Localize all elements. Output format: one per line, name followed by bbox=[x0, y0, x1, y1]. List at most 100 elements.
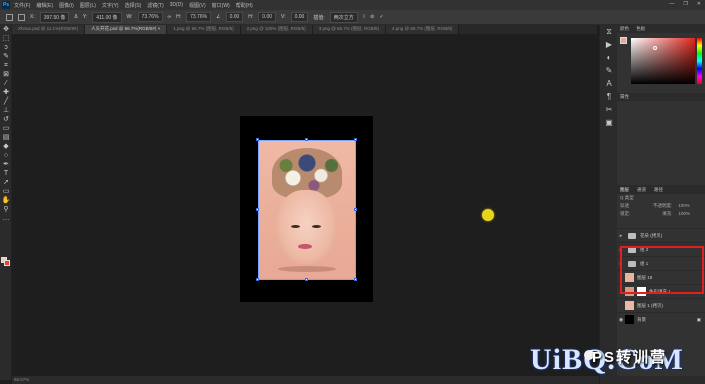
menu-help[interactable]: 帮助(H) bbox=[236, 2, 253, 9]
move-tool-icon[interactable]: ✥ bbox=[0, 25, 12, 34]
layer-filter-select[interactable]: Q 类型 bbox=[620, 194, 634, 202]
blur-tool-icon[interactable]: ◆ bbox=[0, 142, 12, 151]
tab-layers[interactable]: 图层 bbox=[620, 185, 629, 194]
transform-handle-bl[interactable] bbox=[256, 278, 259, 281]
interp-label: 插值: bbox=[313, 14, 325, 21]
tool-presets-icon[interactable]: ✂ bbox=[600, 103, 618, 116]
eyedropper-tool-icon[interactable]: ⁄ bbox=[0, 79, 12, 88]
transform-handle-ml[interactable] bbox=[256, 208, 259, 211]
tab-document-4[interactable]: 2.png @ 100% (图层, RGB/8) bbox=[240, 25, 313, 34]
healing-tool-icon[interactable]: ✚ bbox=[0, 88, 12, 97]
layer-name: 花朵 (拷贝) bbox=[640, 232, 663, 238]
dodge-tool-icon[interactable]: ○ bbox=[0, 151, 12, 160]
move-tool-preset-icon[interactable] bbox=[6, 13, 13, 21]
transform-handle-mr[interactable] bbox=[354, 208, 357, 211]
commit-transform-icon[interactable]: ✓ bbox=[379, 14, 383, 20]
eraser-tool-icon[interactable]: ▭ bbox=[0, 124, 12, 133]
x-input[interactable]: 397.50 像 bbox=[39, 11, 70, 23]
tab-document-5[interactable]: 3.png @ 66.7% (图层, RGB/8) bbox=[312, 25, 387, 34]
color-panel-foreground-swatch[interactable] bbox=[620, 37, 627, 44]
quick-select-tool-icon[interactable]: ✎ bbox=[0, 52, 12, 61]
actions-icon[interactable]: ▶ bbox=[600, 38, 618, 51]
reference-point-icon[interactable] bbox=[18, 13, 25, 21]
menu-file[interactable]: 文件(F) bbox=[14, 2, 30, 9]
history-icon[interactable]: ⧖ bbox=[600, 25, 618, 38]
fill-input[interactable]: 100% bbox=[679, 210, 691, 218]
tab-document-1[interactable]: Xhnun.psd @ 11.1%(RGB/8#) bbox=[12, 25, 86, 34]
paragraph-icon[interactable]: ¶ bbox=[600, 90, 618, 103]
zoom-tool-icon[interactable]: ⚲ bbox=[0, 205, 12, 214]
height-input[interactable]: 73.76% bbox=[186, 12, 212, 22]
type-tool-icon[interactable]: T bbox=[0, 169, 12, 178]
tab-swatches[interactable]: 色板 bbox=[636, 26, 645, 31]
history-brush-tool-icon[interactable]: ↺ bbox=[0, 115, 12, 124]
character-icon[interactable]: A bbox=[600, 77, 618, 90]
h-skew-input[interactable]: 0.00 bbox=[258, 12, 277, 22]
menu-type[interactable]: 文字(Y) bbox=[102, 2, 119, 9]
tab-document-3[interactable]: 1.png @ 66.7% (图层, RGB/8) bbox=[167, 25, 241, 34]
crop-tool-icon[interactable]: ⌗ bbox=[0, 61, 12, 70]
y-input[interactable]: 411.00 像 bbox=[92, 11, 122, 23]
menu-image[interactable]: 图像(I) bbox=[59, 2, 74, 9]
opacity-input[interactable]: 100% bbox=[678, 202, 690, 210]
clone-stamp-tool-icon[interactable]: ⊥ bbox=[0, 106, 12, 115]
visibility-eye-icon[interactable]: ▸ bbox=[617, 233, 625, 239]
hand-tool-icon[interactable]: ✋ bbox=[0, 196, 12, 205]
menu-3d[interactable]: 3D(D) bbox=[170, 2, 183, 8]
brush-settings-icon[interactable]: ✎ bbox=[600, 64, 618, 77]
color-picker-ring-icon[interactable] bbox=[653, 46, 657, 50]
visibility-eye-icon[interactable]: ◉ bbox=[617, 317, 625, 323]
layer-comps-icon[interactable]: ▣ bbox=[600, 116, 618, 129]
minimize-icon[interactable]: — bbox=[669, 1, 674, 7]
layer-row[interactable]: ◉ 背景 ▣ bbox=[617, 312, 705, 326]
cancel-transform-icon[interactable]: ⊘ bbox=[370, 14, 374, 20]
menu-edit[interactable]: 编辑(E) bbox=[36, 2, 53, 9]
zoom-level[interactable]: 66.67% bbox=[14, 377, 29, 382]
delta-icon[interactable]: Δ bbox=[74, 14, 77, 20]
path-select-tool-icon[interactable]: ➚ bbox=[0, 178, 12, 187]
interpolation-select[interactable]: 两次立方 bbox=[329, 11, 358, 23]
maximize-icon[interactable]: ❐ bbox=[683, 1, 687, 7]
marquee-tool-icon[interactable]: ⬚ bbox=[0, 34, 12, 43]
transform-handle-tl[interactable] bbox=[256, 138, 259, 141]
tab-properties[interactable]: 属性 bbox=[617, 93, 705, 101]
menu-window[interactable]: 窗口(W) bbox=[212, 2, 230, 9]
menu-view[interactable]: 视图(V) bbox=[189, 2, 206, 9]
hue-slider[interactable] bbox=[697, 38, 702, 84]
rectangle-tool-icon[interactable]: ▭ bbox=[0, 187, 12, 196]
transform-handle-bc[interactable] bbox=[305, 278, 308, 281]
layer-filter-row[interactable]: Q 类型 bbox=[617, 194, 705, 202]
adjustments-icon[interactable]: ◐ bbox=[600, 51, 618, 64]
tab-color[interactable]: 颜色 bbox=[620, 26, 629, 31]
gradient-tool-icon[interactable]: ▤ bbox=[0, 133, 12, 142]
menu-filter[interactable]: 滤镜(T) bbox=[147, 2, 163, 9]
blend-mode-select[interactable]: 穿透 bbox=[620, 202, 629, 210]
v-skew-input[interactable]: 0.00 bbox=[290, 12, 309, 22]
frame-tool-icon[interactable]: ⊠ bbox=[0, 70, 12, 79]
tab-document-6[interactable]: 4.png @ 66.7% (图层, RGB/8) bbox=[386, 25, 460, 34]
layer-row[interactable]: ▸ 花朵 (拷贝) bbox=[617, 228, 705, 242]
menu-select[interactable]: 选择(S) bbox=[125, 2, 142, 9]
layer-row[interactable]: 图层 1 (拷贝) bbox=[617, 298, 705, 312]
y-label: Y: bbox=[82, 14, 88, 20]
link-icon[interactable]: ∞ bbox=[168, 14, 172, 20]
angle-input[interactable]: 0.00 bbox=[225, 12, 244, 22]
menu-layer[interactable]: 图层(L) bbox=[80, 2, 96, 9]
warp-icon[interactable]: ⌇ bbox=[363, 14, 365, 20]
pen-tool-icon[interactable]: ✒ bbox=[0, 160, 12, 169]
lasso-tool-icon[interactable]: ↄ bbox=[0, 43, 12, 52]
transform-handle-br[interactable] bbox=[354, 278, 357, 281]
close-icon[interactable]: ✕ bbox=[697, 1, 701, 7]
layer-thumbnail bbox=[625, 301, 634, 310]
more-tools-icon[interactable]: … bbox=[0, 214, 12, 223]
tab-document-2[interactable]: 人头开花.psd @ 66.7%(RGB/8#) × bbox=[85, 25, 168, 34]
tab-paths[interactable]: 路径 bbox=[654, 185, 663, 194]
tab-channels[interactable]: 通道 bbox=[637, 185, 646, 194]
background-color-swatch[interactable] bbox=[4, 260, 10, 266]
width-input[interactable]: 73.76% bbox=[137, 12, 163, 22]
brush-tool-icon[interactable]: ╱ bbox=[0, 97, 12, 106]
transform-bounding-box[interactable] bbox=[258, 140, 356, 280]
color-saturation-field[interactable] bbox=[631, 38, 695, 84]
transform-handle-tc[interactable] bbox=[305, 138, 308, 141]
transform-handle-tr[interactable] bbox=[354, 138, 357, 141]
